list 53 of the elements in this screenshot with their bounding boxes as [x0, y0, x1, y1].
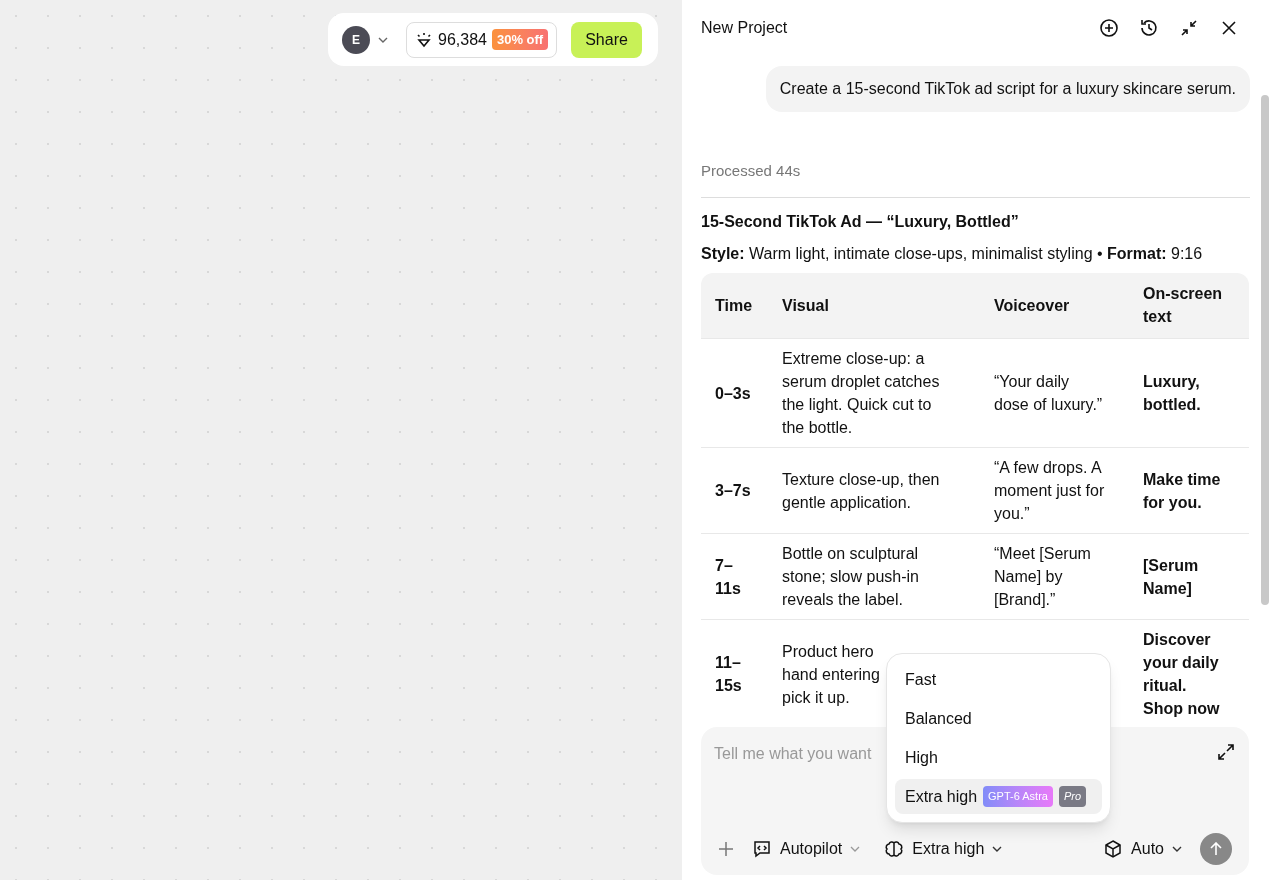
credits-count: 96,384 [438, 29, 487, 50]
menu-item[interactable]: High [895, 740, 1102, 775]
style-line: Style: Warm light, intimate close-ups, minimalist styling • Format: 9:16 [701, 243, 1204, 264]
table-cell-text: Product hero hand entering pick it up. [782, 641, 880, 708]
credits-pill[interactable]: 96,384 30% off [406, 21, 558, 58]
table-cell-text: Bottle on sculptural stone; slow push-in reveals the label. [782, 544, 920, 610]
send-button[interactable] [1200, 833, 1232, 865]
add-circle-icon[interactable] [1098, 16, 1120, 39]
table-cell-text: 11–15s [715, 653, 743, 696]
model-dropdown[interactable]: Auto [1103, 837, 1182, 861]
chevron-down-icon [850, 846, 861, 852]
scrollbar-thumb[interactable] [1261, 95, 1269, 605]
table-cell-text: Texture close-up, then gentle application. [782, 469, 941, 513]
reasoning-dropdown[interactable]: Extra high [884, 837, 1003, 861]
share-button[interactable]: Share [571, 21, 642, 58]
table-cell-text: 0–3s [715, 383, 751, 404]
chevron-down-icon [378, 36, 388, 43]
code-chat-icon [752, 839, 772, 859]
chevron-down-icon [1172, 846, 1182, 852]
processed-status: Processed 44s [701, 161, 802, 181]
table-cell-text: 3–7s [715, 481, 751, 501]
cube-icon [1103, 839, 1124, 859]
account-menu-button[interactable]: E [342, 25, 388, 54]
table-cell-text: “Meet [Serum Name] by [Brand].” [994, 544, 1092, 610]
plus-icon[interactable] [718, 841, 734, 857]
model-badge: GPT-6 Astra [983, 786, 1053, 807]
diamond-icon [415, 30, 433, 49]
column-header: On-screen text [1129, 272, 1249, 339]
table-cell-text: Discover your daily ritual. Shop now [1143, 630, 1221, 719]
table-cell-text: Luxury, bottled. [1143, 372, 1202, 415]
avatar: E [342, 25, 370, 54]
menu-item[interactable]: Balanced [895, 701, 1102, 736]
chevron-down-icon [992, 846, 1003, 852]
mode-dropdown[interactable]: Autopilot [752, 837, 861, 861]
pro-badge: Pro [1058, 786, 1087, 807]
table-cell-text: “A few drops. A moment just for you.” [994, 458, 1106, 524]
table-cell-text: [Serum Name] [1143, 555, 1200, 599]
user-message: Create a 15-second TikTok ad script for a luxury skincare serum. [765, 66, 1250, 112]
column-header: Visual [768, 272, 980, 339]
column-header: Voiceover [980, 272, 1129, 339]
expand-icon[interactable] [1216, 742, 1236, 762]
menu-item[interactable]: Fast [895, 662, 1102, 697]
panel-title: New Project [701, 17, 789, 38]
column-header: Time [701, 272, 768, 339]
arrow-up-icon [1209, 842, 1223, 856]
table-cell-text: 7–11s [715, 555, 742, 599]
table-cell-text: Extreme close-up: a serum droplet catches the light. Quick cut to the bottle. [782, 349, 941, 438]
table-cell-text: “Your daily dose of luxury.” [994, 372, 1104, 415]
table-cell-text: Make time for you. [1143, 469, 1222, 513]
discount-badge: 30% off [491, 28, 549, 51]
menu-item[interactable]: Extra high GPT-6 Astra Pro [895, 779, 1102, 814]
brain-icon [884, 839, 905, 859]
response-heading: 15-Second TikTok Ad — “Luxury, Bottled” [701, 211, 1020, 232]
